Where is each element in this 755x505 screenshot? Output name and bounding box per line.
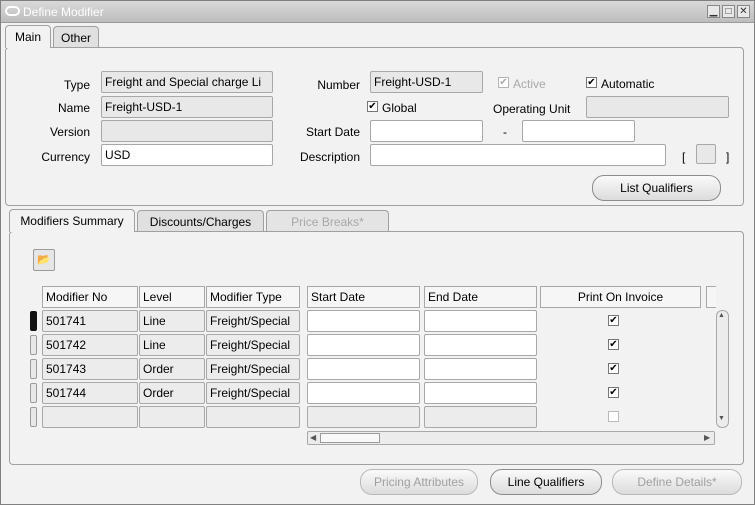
description-label: Description bbox=[299, 150, 360, 164]
tab-discounts-charges[interactable]: Discounts/Charges bbox=[137, 210, 264, 232]
maximize-icon[interactable]: □ bbox=[722, 5, 735, 18]
flexfield-bracket-open: [ bbox=[682, 150, 686, 164]
name-label: Name bbox=[57, 101, 90, 115]
modifier-no-cell[interactable] bbox=[42, 406, 138, 428]
global-checkbox[interactable]: ✔ bbox=[367, 101, 378, 112]
description-field[interactable] bbox=[370, 144, 666, 166]
minimize-icon[interactable]: ▁ bbox=[707, 5, 720, 18]
row-indicator[interactable] bbox=[30, 335, 37, 355]
active-label: Active bbox=[513, 77, 546, 91]
end-date-cell[interactable] bbox=[424, 334, 537, 356]
start-date-cell[interactable] bbox=[307, 334, 420, 356]
vertical-scrollbar[interactable]: ▲ ▼ bbox=[716, 310, 729, 428]
oracle-logo-icon bbox=[5, 6, 20, 16]
type-label: Type bbox=[63, 78, 90, 92]
end-date-cell[interactable] bbox=[424, 310, 537, 332]
flexfield-field[interactable] bbox=[696, 144, 716, 164]
window-title: Define Modifier bbox=[23, 5, 104, 19]
modifier-type-cell[interactable]: Freight/Special bbox=[206, 358, 300, 380]
modifier-type-cell[interactable] bbox=[206, 406, 300, 428]
modifiers-summary-panel: 📂 Modifier No Level Modifier Type Start … bbox=[9, 231, 744, 465]
col-modifier-no[interactable]: Modifier No bbox=[42, 286, 138, 308]
row-indicator[interactable] bbox=[30, 383, 37, 403]
currency-label: Currency bbox=[41, 150, 90, 164]
date-separator: - bbox=[503, 125, 507, 139]
modifier-type-cell[interactable]: Freight/Special bbox=[206, 334, 300, 356]
close-icon[interactable]: ✕ bbox=[737, 5, 750, 18]
print-on-invoice-checkbox[interactable]: ✔ bbox=[608, 363, 619, 374]
end-date-cell[interactable] bbox=[424, 382, 537, 404]
col-end-date[interactable]: End Date bbox=[424, 286, 537, 308]
col-level[interactable]: Level bbox=[139, 286, 205, 308]
end-date-field[interactable] bbox=[522, 120, 635, 142]
start-date-cell[interactable] bbox=[307, 382, 420, 404]
level-cell[interactable]: Line bbox=[139, 310, 205, 332]
row-indicator[interactable] bbox=[30, 311, 37, 331]
scroll-up-icon[interactable]: ▲ bbox=[718, 312, 725, 319]
col-start-date[interactable]: Start Date bbox=[307, 286, 420, 308]
tab-other[interactable]: Other bbox=[53, 26, 99, 48]
print-on-invoice-checkbox[interactable]: ✔ bbox=[608, 387, 619, 398]
automatic-label: Automatic bbox=[601, 77, 655, 91]
level-cell[interactable]: Order bbox=[139, 358, 205, 380]
define-modifier-window: Define Modifier ▁ □ ✕ Main Other Type Fr… bbox=[0, 0, 755, 505]
scroll-right-icon[interactable]: ▶ bbox=[704, 433, 710, 442]
operating-unit-field[interactable] bbox=[586, 96, 729, 118]
print-on-invoice-checkbox[interactable]: ✔ bbox=[608, 315, 619, 326]
folder-icon[interactable]: 📂 bbox=[33, 249, 55, 271]
end-date-cell[interactable] bbox=[424, 406, 537, 428]
line-qualifiers-button[interactable]: Line Qualifiers bbox=[490, 469, 602, 495]
start-date-label: Start Date bbox=[305, 125, 360, 139]
tab-price-breaks[interactable]: Price Breaks* bbox=[266, 210, 389, 232]
end-date-cell[interactable] bbox=[424, 358, 537, 380]
modifier-no-cell[interactable]: 501741 bbox=[42, 310, 138, 332]
version-label: Version bbox=[49, 125, 90, 139]
modifier-no-cell[interactable]: 501743 bbox=[42, 358, 138, 380]
define-details-button[interactable]: Define Details* bbox=[612, 469, 742, 495]
start-date-cell[interactable] bbox=[307, 406, 420, 428]
col-more bbox=[706, 286, 716, 308]
tab-modifiers-summary[interactable]: Modifiers Summary bbox=[9, 209, 135, 232]
number-label: Number bbox=[317, 78, 360, 92]
start-date-field[interactable] bbox=[370, 120, 483, 142]
automatic-checkbox[interactable]: ✔ bbox=[586, 77, 597, 88]
scroll-left-icon[interactable]: ◀ bbox=[310, 433, 316, 442]
title-bar[interactable]: Define Modifier ▁ □ ✕ bbox=[1, 1, 754, 23]
start-date-cell[interactable] bbox=[307, 358, 420, 380]
level-cell[interactable] bbox=[139, 406, 205, 428]
start-date-cell[interactable] bbox=[307, 310, 420, 332]
print-on-invoice-checkbox[interactable] bbox=[608, 411, 619, 422]
operating-unit-label: Operating Unit bbox=[493, 102, 571, 116]
number-field[interactable]: Freight-USD-1 bbox=[370, 71, 483, 93]
type-field[interactable]: Freight and Special charge Li bbox=[101, 71, 273, 93]
col-print-on-invoice[interactable]: Print On Invoice bbox=[540, 286, 701, 308]
modifier-type-cell[interactable]: Freight/Special bbox=[206, 310, 300, 332]
modifier-type-cell[interactable]: Freight/Special bbox=[206, 382, 300, 404]
modifier-no-cell[interactable]: 501744 bbox=[42, 382, 138, 404]
global-label: Global bbox=[382, 101, 417, 115]
flexfield-bracket-close: ] bbox=[726, 150, 730, 164]
level-cell[interactable]: Line bbox=[139, 334, 205, 356]
print-on-invoice-checkbox[interactable]: ✔ bbox=[608, 339, 619, 350]
tab-main[interactable]: Main bbox=[5, 25, 51, 48]
active-checkbox[interactable]: ✔ bbox=[498, 77, 509, 88]
row-indicator[interactable] bbox=[30, 359, 37, 379]
horizontal-scroll-thumb[interactable] bbox=[320, 433, 380, 443]
modifier-no-cell[interactable]: 501742 bbox=[42, 334, 138, 356]
scroll-down-icon[interactable]: ▼ bbox=[718, 415, 725, 422]
level-cell[interactable]: Order bbox=[139, 382, 205, 404]
pricing-attributes-button[interactable]: Pricing Attributes bbox=[360, 469, 478, 495]
version-field[interactable] bbox=[101, 120, 273, 142]
main-header-panel: Type Freight and Special charge Li Name … bbox=[5, 47, 744, 206]
currency-field[interactable]: USD bbox=[101, 144, 273, 166]
row-indicator[interactable] bbox=[30, 407, 37, 427]
list-qualifiers-button[interactable]: List Qualifiers bbox=[592, 175, 721, 201]
horizontal-scrollbar[interactable]: ◀ ▶ bbox=[307, 431, 715, 445]
name-field[interactable]: Freight-USD-1 bbox=[101, 96, 273, 118]
col-modifier-type[interactable]: Modifier Type bbox=[206, 286, 300, 308]
